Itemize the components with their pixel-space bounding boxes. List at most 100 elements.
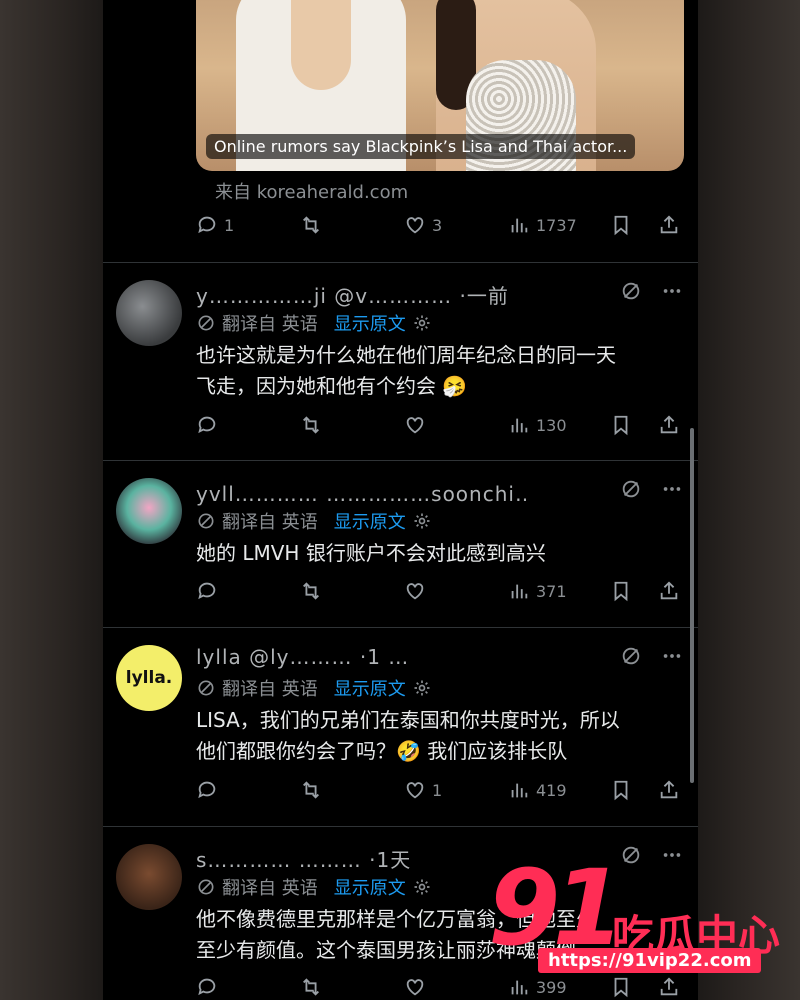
bookmark-button[interactable] (610, 414, 632, 436)
repost-button[interactable] (300, 779, 322, 801)
show-original-link[interactable]: 显示原文 (334, 508, 406, 534)
watermark-number: 91 (488, 847, 625, 969)
like-button[interactable] (404, 414, 432, 436)
like-button[interactable]: 3 (404, 214, 442, 236)
bookmark-icon (614, 977, 628, 998)
heart-icon (406, 583, 424, 600)
repost-button[interactable] (300, 976, 322, 998)
views-button[interactable]: 419 (508, 779, 567, 801)
show-original-link[interactable]: 显示原文 (334, 874, 406, 900)
avatar-logo-text: lylla. (125, 668, 173, 688)
avatar[interactable]: lylla. (116, 645, 182, 711)
repost-button[interactable] (300, 580, 322, 602)
like-button[interactable]: 1 (404, 779, 442, 801)
link-card-source[interactable]: 来自 koreaherald.com (215, 178, 408, 204)
mute-icon[interactable] (620, 645, 642, 667)
post-actions: 1 3 1737 (196, 214, 684, 244)
show-original-link[interactable]: 显示原文 (334, 310, 406, 336)
share-icon (660, 415, 678, 434)
like-button[interactable] (404, 580, 432, 602)
show-original-link[interactable]: 显示原文 (334, 675, 406, 701)
reply-actions: 399 (196, 976, 684, 1000)
repost-button[interactable] (300, 414, 322, 436)
views-button[interactable]: 399 (508, 976, 567, 998)
share-button[interactable] (658, 214, 680, 236)
share-button[interactable] (658, 414, 680, 436)
reply-actions: 371 (196, 580, 684, 610)
reply-icon (198, 416, 216, 434)
settings-icon[interactable] (412, 877, 432, 897)
settings-icon[interactable] (412, 511, 432, 531)
divider (103, 262, 698, 263)
settings-icon[interactable] (412, 313, 432, 333)
mute-icon[interactable] (620, 844, 642, 866)
bookmark-button[interactable] (610, 779, 632, 801)
views-icon (511, 218, 528, 233)
translate-icon (198, 513, 214, 529)
reply-handle[interactable]: y……………ji @v………… ·一前 (196, 280, 526, 309)
more-icon[interactable] (661, 280, 683, 302)
mute-icon[interactable] (620, 478, 642, 500)
more-icon[interactable] (661, 645, 683, 667)
heart-icon (406, 979, 424, 996)
share-icon (660, 780, 678, 799)
reply-handle[interactable]: s………… ……… ·1天 (196, 844, 526, 873)
reply-button[interactable] (196, 976, 224, 998)
mute-icon[interactable] (620, 280, 642, 302)
views-button[interactable]: 1737 (508, 214, 577, 236)
reply-icon (198, 978, 216, 996)
reply-icon (198, 781, 216, 799)
views-button[interactable]: 130 (508, 414, 567, 436)
reply-handle[interactable]: lylla @ly……… ·1 … (196, 645, 526, 669)
translation-note: 翻译自 英语 显示原文 (196, 675, 432, 701)
repost-button[interactable] (300, 214, 328, 236)
views-icon (511, 783, 528, 798)
avatar[interactable] (116, 280, 182, 346)
reply-icon (198, 582, 216, 600)
avatar[interactable] (116, 478, 182, 544)
left-backdrop (0, 0, 103, 1000)
translation-note: 翻译自 英语 显示原文 (196, 310, 432, 336)
bookmark-button[interactable] (610, 214, 632, 236)
repost-icon (303, 416, 319, 434)
divider (103, 826, 698, 827)
link-card-image[interactable]: Online rumors say Blackpink’s Lisa and T… (196, 0, 684, 171)
settings-icon[interactable] (412, 678, 432, 698)
avatar[interactable] (116, 844, 182, 910)
views-icon (511, 584, 528, 599)
reply-button[interactable] (196, 414, 224, 436)
reply-handle[interactable]: yvll………… ……………soonchi……·1天 (196, 478, 526, 507)
views-icon (511, 418, 528, 433)
bookmark-icon (614, 215, 628, 236)
heart-icon (406, 782, 424, 799)
views-icon (511, 980, 528, 995)
share-button[interactable] (658, 976, 680, 998)
heart-icon (406, 417, 424, 434)
share-icon (660, 215, 678, 234)
reply-actions: 1 419 (196, 779, 684, 809)
divider (103, 460, 698, 461)
reply-button[interactable] (196, 779, 224, 801)
scrollbar[interactable] (690, 428, 694, 783)
bookmark-button[interactable] (610, 976, 632, 998)
repost-icon (303, 216, 319, 234)
bookmark-button[interactable] (610, 580, 632, 602)
reply-text: LISA，我们的兄弟们在泰国和你共度时光，所以 他们都跟你约会了吗？🤣 我们应该… (196, 708, 620, 763)
repost-icon (303, 781, 319, 799)
heart-icon (406, 217, 424, 234)
share-button[interactable] (658, 580, 680, 602)
translation-note: 翻译自 英语 显示原文 (196, 508, 432, 534)
views-button[interactable]: 371 (508, 580, 567, 602)
like-button[interactable] (404, 976, 432, 998)
link-card-title: Online rumors say Blackpink’s Lisa and T… (206, 134, 636, 159)
translate-icon (198, 680, 214, 696)
share-button[interactable] (658, 779, 680, 801)
share-icon (660, 581, 678, 600)
reply-button[interactable]: 1 (196, 214, 234, 236)
share-icon (660, 977, 678, 996)
reply-button[interactable] (196, 580, 224, 602)
more-icon[interactable] (661, 844, 683, 866)
watermark-url: https://91vip22.com (538, 948, 762, 973)
repost-icon (303, 978, 319, 996)
more-icon[interactable] (661, 478, 683, 500)
